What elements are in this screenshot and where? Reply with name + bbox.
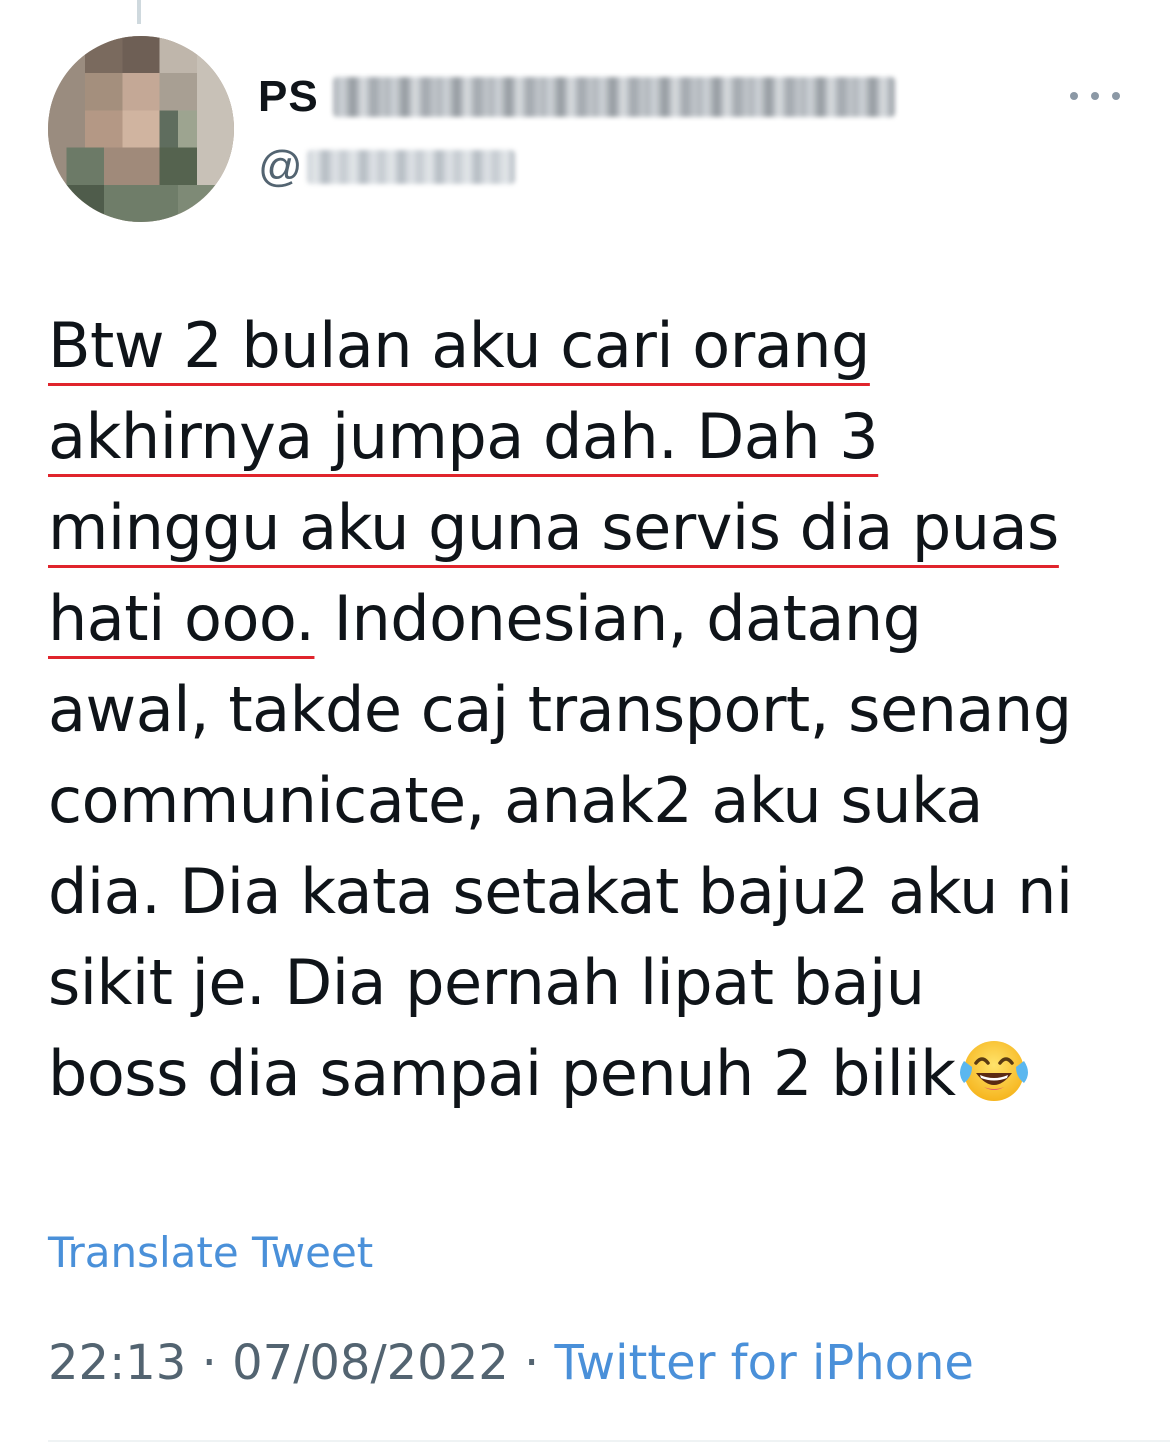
tweet-text-line: minggu aku guna servis dia puas xyxy=(48,491,1059,564)
tweet-text-line: akhirnya jumpa dah. Dah 3 xyxy=(48,400,879,473)
pixelated-avatar-image xyxy=(48,36,234,222)
meta-separator: · xyxy=(508,1335,555,1391)
tweet-text-line: hati ooo. xyxy=(48,582,315,655)
face-with-tears-of-joy-icon xyxy=(959,1041,1028,1101)
translate-tweet-link[interactable]: Translate Tweet xyxy=(48,1228,373,1277)
obscured-handle xyxy=(306,150,515,184)
tweet-text-line: sikit je. Dia pernah lipat baju xyxy=(48,946,925,1019)
author-handle-prefix: @ xyxy=(258,142,303,191)
divider xyxy=(48,1440,1170,1442)
meta-separator: · xyxy=(186,1335,233,1391)
tweet-source-link[interactable]: Twitter for iPhone xyxy=(555,1335,974,1391)
tweet-meta: 22:13 · 07/08/2022 · Twitter for iPhone xyxy=(48,1335,974,1391)
tweet-text-line: dia. Dia kata setakat baju2 aku ni xyxy=(48,855,1073,928)
tweet-text: Btw 2 bulan aku cari orang akhirnya jump… xyxy=(48,300,1128,1119)
avatar[interactable] xyxy=(48,36,234,222)
more-horizontal-icon xyxy=(1070,92,1078,100)
more-horizontal-icon-dot xyxy=(1112,92,1120,100)
obscured-display-name xyxy=(332,77,895,117)
author-handle-row[interactable]: @ xyxy=(258,140,515,194)
tweet-time[interactable]: 22:13 xyxy=(48,1335,186,1391)
tweet-text-line: Btw 2 bulan aku cari orang xyxy=(48,309,870,382)
author-display-name[interactable]: PS xyxy=(258,72,319,122)
more-options-button[interactable] xyxy=(1070,84,1120,108)
tweet-text-line: communicate, anak2 aku suka xyxy=(48,764,983,837)
tweet-text-line: Indonesian, datang xyxy=(314,582,922,655)
more-horizontal-icon-dot xyxy=(1091,92,1099,100)
author-name-row[interactable]: PS xyxy=(258,70,895,124)
tweet-date[interactable]: 07/08/2022 xyxy=(232,1335,509,1391)
tweet-text-line: boss dia sampai penuh 2 bilik xyxy=(48,1037,956,1110)
thread-connector-line xyxy=(137,0,141,24)
tweet-text-line: awal, takde caj transport, senang xyxy=(48,673,1072,746)
